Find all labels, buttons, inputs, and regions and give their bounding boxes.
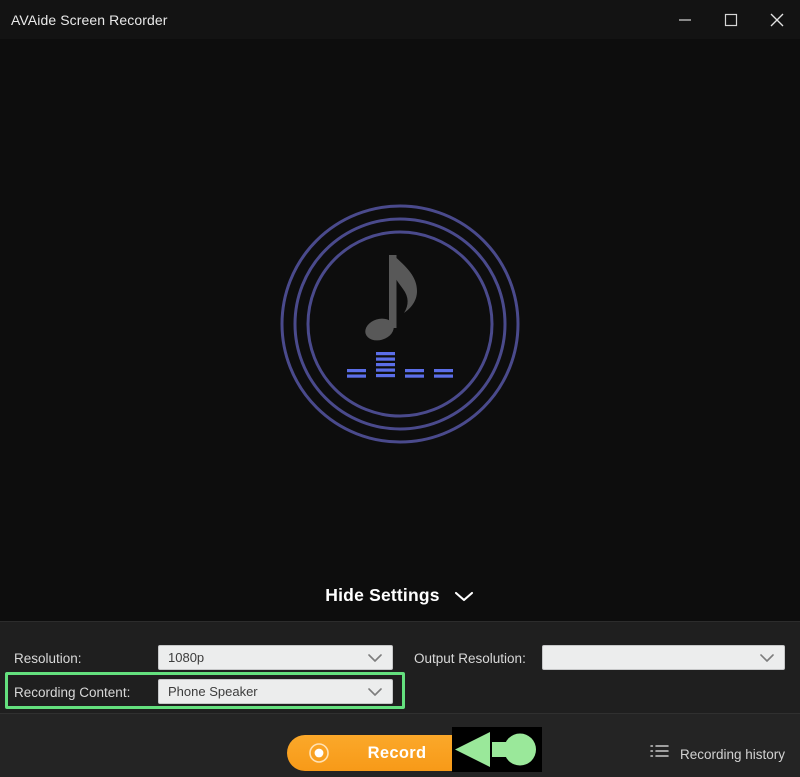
resolution-value: 1080p [168, 650, 205, 665]
output-resolution-dropdown[interactable] [542, 645, 785, 670]
title-bar: AVAide Screen Recorder [0, 0, 800, 40]
close-icon [770, 13, 784, 26]
recording-content-row: Recording Content: Phone Speaker [0, 675, 800, 709]
output-resolution-label: Output Resolution: [414, 650, 526, 666]
arrow-annotation [452, 727, 542, 772]
recording-history-label: Recording history [680, 746, 786, 762]
hide-settings-toggle[interactable]: Hide Settings [0, 578, 800, 613]
maximize-button[interactable] [708, 0, 754, 39]
recording-history-button[interactable]: Recording history [650, 742, 785, 766]
recording-content-value: Phone Speaker [168, 684, 258, 699]
inner-ring [306, 230, 494, 418]
preview-canvas [0, 39, 800, 613]
chevron-down-icon [759, 653, 775, 663]
record-dot-icon [308, 742, 330, 764]
close-button[interactable] [754, 0, 800, 39]
list-icon [650, 743, 670, 766]
equalizer-bars-icon [347, 352, 453, 378]
music-note-icon [365, 255, 417, 341]
resolution-label: Resolution: [14, 650, 82, 666]
record-button-label: Record [367, 743, 427, 762]
minimize-icon [679, 18, 691, 21]
resolution-dropdown[interactable]: 1080p [158, 645, 393, 670]
resolution-row: Resolution: 1080p Output Resolution: [0, 641, 800, 675]
chevron-down-icon [367, 653, 383, 663]
chevron-down-icon [454, 591, 473, 601]
outer-ring [280, 204, 520, 444]
middle-ring [293, 217, 507, 431]
hide-settings-label: Hide Settings [325, 585, 440, 605]
window-title: AVAide Screen Recorder [11, 11, 168, 28]
recording-content-dropdown[interactable]: Phone Speaker [158, 679, 393, 704]
chevron-down-icon [367, 687, 383, 697]
app-window: AVAide Screen Recorder Hide Settings Res… [0, 0, 800, 777]
maximize-icon [724, 13, 738, 26]
window-controls [662, 0, 800, 39]
recording-content-label: Recording Content: [14, 684, 131, 700]
minimize-button[interactable] [662, 0, 708, 39]
settings-panel: Resolution: 1080p Output Resolution: Rec… [0, 621, 800, 714]
audio-recording-graphic [265, 189, 535, 459]
